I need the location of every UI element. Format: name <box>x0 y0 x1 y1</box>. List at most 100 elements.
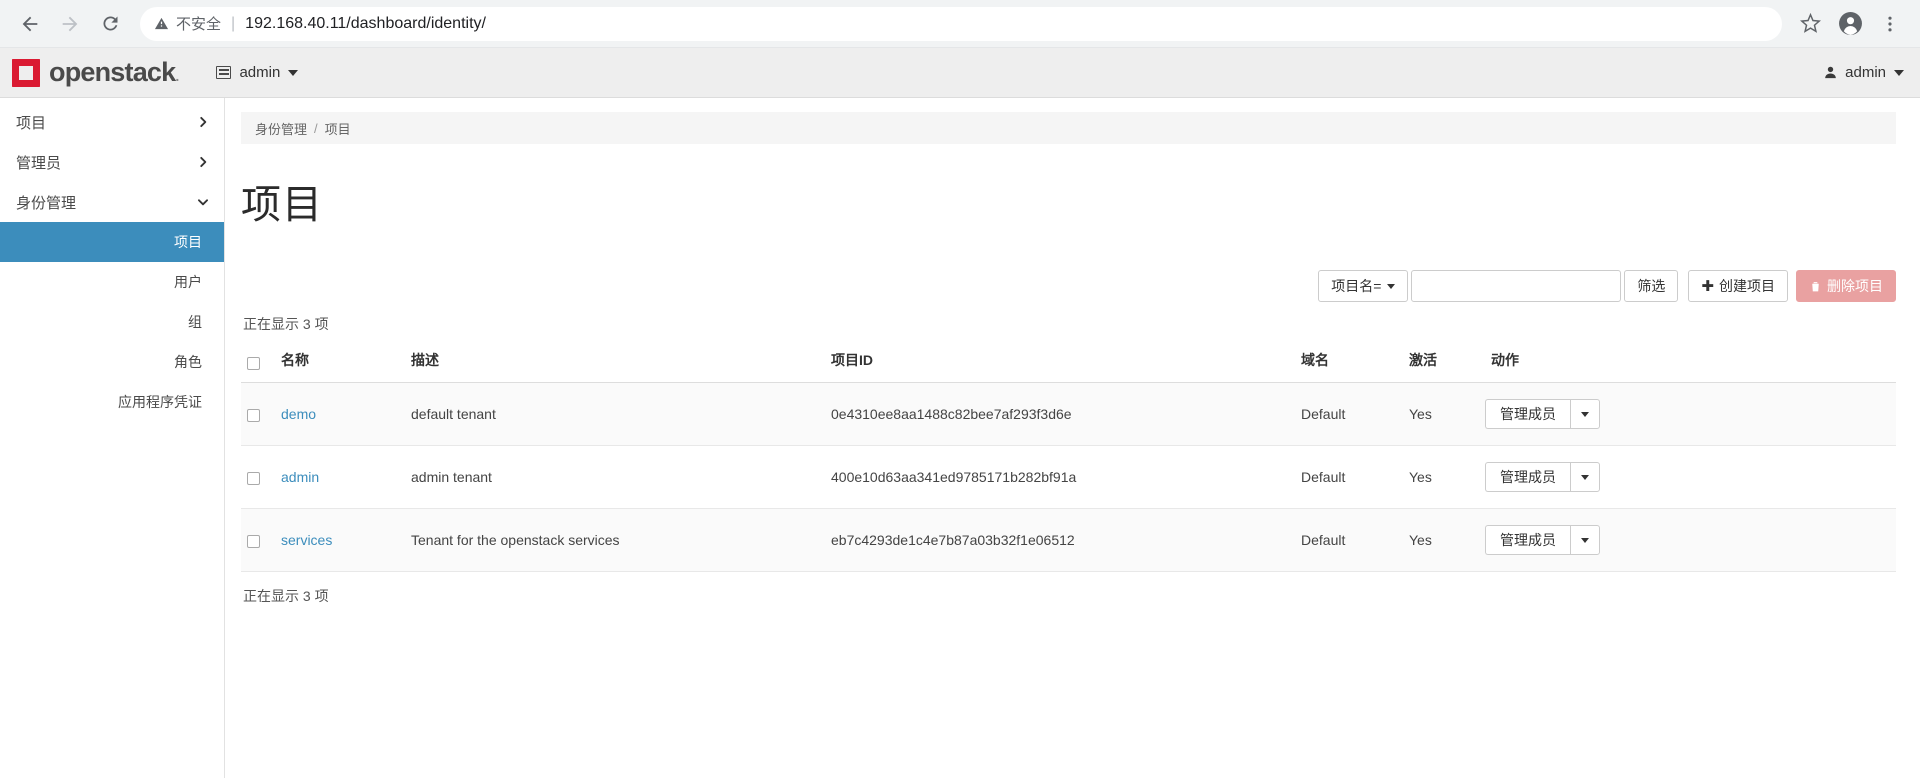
table-row: services Tenant for the openstack servic… <box>241 508 1896 572</box>
row-select-cell <box>241 382 275 446</box>
row-actions-dropdown-toggle[interactable] <box>1570 399 1600 429</box>
row-checkbox[interactable] <box>247 534 260 548</box>
manage-members-button[interactable]: 管理成员 <box>1485 525 1570 555</box>
manage-members-button[interactable]: 管理成员 <box>1485 462 1570 492</box>
breadcrumb-separator: / <box>314 120 318 136</box>
table-toolbar: 项目名= 筛选 ✚ 创建项目 删除项目 <box>241 270 1896 302</box>
row-description-cell: admin tenant <box>405 445 825 509</box>
security-warning-text: 不安全 <box>176 16 222 33</box>
warning-triangle-icon <box>154 16 169 31</box>
row-select-cell <box>241 445 275 509</box>
row-actions-dropdown-toggle[interactable] <box>1570 525 1600 555</box>
chevron-down-icon <box>196 195 210 209</box>
filter-group: 项目名= 筛选 <box>1318 270 1688 302</box>
column-header-name[interactable]: 名称 <box>275 344 405 383</box>
search-input[interactable] <box>1411 270 1622 302</box>
breadcrumb-parent[interactable]: 身份管理 <box>255 119 307 138</box>
chevron-down-icon <box>1581 537 1589 543</box>
profile-avatar-icon <box>1838 12 1862 35</box>
column-header-domain[interactable]: 域名 <box>1295 344 1403 383</box>
create-project-button[interactable]: ✚ 创建项目 <box>1688 270 1788 302</box>
star-icon <box>1799 13 1821 33</box>
security-warning[interactable]: 不安全 <box>154 13 221 34</box>
sidebar-item-groups[interactable]: 组 <box>0 302 224 342</box>
sidebar-group-identity[interactable]: 身份管理 <box>0 182 224 222</box>
project-link[interactable]: services <box>281 532 332 548</box>
row-actions-cell: 管理成员 <box>1485 508 1896 572</box>
reload-icon <box>102 16 117 31</box>
address-bar[interactable]: 不安全 | 192.168.40.11/dashboard/identity/ <box>140 6 1782 41</box>
sidebar-item-users[interactable]: 用户 <box>0 262 224 302</box>
forward-arrow-icon <box>62 16 78 31</box>
manage-members-split-button: 管理成员 <box>1485 525 1600 555</box>
filter-key-dropdown[interactable]: 项目名= <box>1318 270 1409 302</box>
row-domain-cell: Default <box>1295 445 1403 509</box>
sidebar-group-project-label: 项目 <box>16 114 47 132</box>
page-layout: 项目 管理员 身份管理 项目 用户 组 角色 应用程序凭证 身份管理 / 项目 … <box>0 98 1920 778</box>
browser-menu-button[interactable] <box>1870 4 1910 44</box>
project-link[interactable]: demo <box>281 406 316 422</box>
plus-icon: ✚ <box>1701 278 1714 295</box>
sidebar-group-admin-label: 管理员 <box>16 154 62 172</box>
project-context-switcher[interactable]: admin <box>216 64 299 81</box>
manage-members-button[interactable]: 管理成员 <box>1485 399 1570 429</box>
row-domain-cell: Default <box>1295 508 1403 572</box>
logo-word: openstack <box>49 57 176 87</box>
project-link[interactable]: admin <box>281 469 319 485</box>
chevron-right-icon <box>196 115 210 129</box>
column-header-description[interactable]: 描述 <box>405 344 825 383</box>
sidebar-group-project[interactable]: 项目 <box>0 102 224 142</box>
table-row: demo default tenant 0e4310ee8aa1488c82be… <box>241 382 1896 446</box>
url-text: 192.168.40.11/dashboard/identity/ <box>245 14 486 32</box>
row-name-cell: services <box>275 508 405 572</box>
sidebar-item-roles[interactable]: 角色 <box>0 342 224 382</box>
filter-key-label: 项目名= <box>1331 278 1382 294</box>
openstack-logo[interactable]: openstack. <box>12 57 179 87</box>
profile-button[interactable] <box>1830 4 1870 44</box>
row-checkbox[interactable] <box>247 408 260 422</box>
row-name-cell: admin <box>275 445 405 509</box>
trash-icon <box>1809 280 1822 293</box>
table-header-row: 名称 描述 项目ID 域名 激活 动作 <box>241 344 1896 383</box>
row-actions-dropdown-toggle[interactable] <box>1570 462 1600 492</box>
create-project-label: 创建项目 <box>1719 278 1775 294</box>
openstack-header: openstack. admin admin <box>0 48 1920 98</box>
sidebar-item-application-credentials[interactable]: 应用程序凭证 <box>0 382 224 422</box>
breadcrumb: 身份管理 / 项目 <box>241 112 1896 144</box>
kebab-menu-icon <box>1888 16 1892 31</box>
openstack-logo-icon <box>12 58 40 87</box>
user-icon <box>1823 65 1838 80</box>
select-all-header <box>241 344 275 383</box>
project-list-icon <box>216 66 232 79</box>
sidebar-group-identity-label: 身份管理 <box>16 194 77 212</box>
sidebar-item-projects-label: 项目 <box>174 234 202 250</box>
chevron-down-icon <box>1387 283 1396 289</box>
user-menu-label: admin <box>1845 64 1886 81</box>
delete-projects-button[interactable]: 删除项目 <box>1796 270 1896 302</box>
bookmark-button[interactable] <box>1790 4 1830 44</box>
omnibox-separator: | <box>231 14 236 32</box>
chevron-right-icon <box>196 155 210 169</box>
user-menu[interactable]: admin <box>1823 64 1904 81</box>
row-select-cell <box>241 508 275 572</box>
page-title: 项目 <box>241 183 323 227</box>
sidebar-group-admin[interactable]: 管理员 <box>0 142 224 182</box>
back-button[interactable] <box>10 4 50 44</box>
table-body: demo default tenant 0e4310ee8aa1488c82be… <box>241 382 1896 572</box>
forward-button[interactable] <box>50 4 90 44</box>
projects-table: 名称 描述 项目ID 域名 激活 动作 demo default tenant <box>241 344 1896 572</box>
filter-button-label: 筛选 <box>1637 278 1666 294</box>
chevron-down-icon <box>1894 69 1904 76</box>
filter-button[interactable]: 筛选 <box>1624 270 1679 302</box>
manage-members-split-button: 管理成员 <box>1485 462 1600 492</box>
row-enabled-cell: Yes <box>1403 445 1485 509</box>
sidebar-item-application-credentials-label: 应用程序凭证 <box>118 394 202 410</box>
column-header-project-id[interactable]: 项目ID <box>825 344 1295 383</box>
select-all-checkbox[interactable] <box>247 356 260 370</box>
column-header-actions: 动作 <box>1485 344 1896 383</box>
project-context-label: admin <box>239 64 281 81</box>
row-checkbox[interactable] <box>247 471 260 485</box>
column-header-enabled[interactable]: 激活 <box>1403 344 1485 383</box>
sidebar-item-projects[interactable]: 项目 <box>0 222 224 262</box>
reload-button[interactable] <box>90 4 130 44</box>
